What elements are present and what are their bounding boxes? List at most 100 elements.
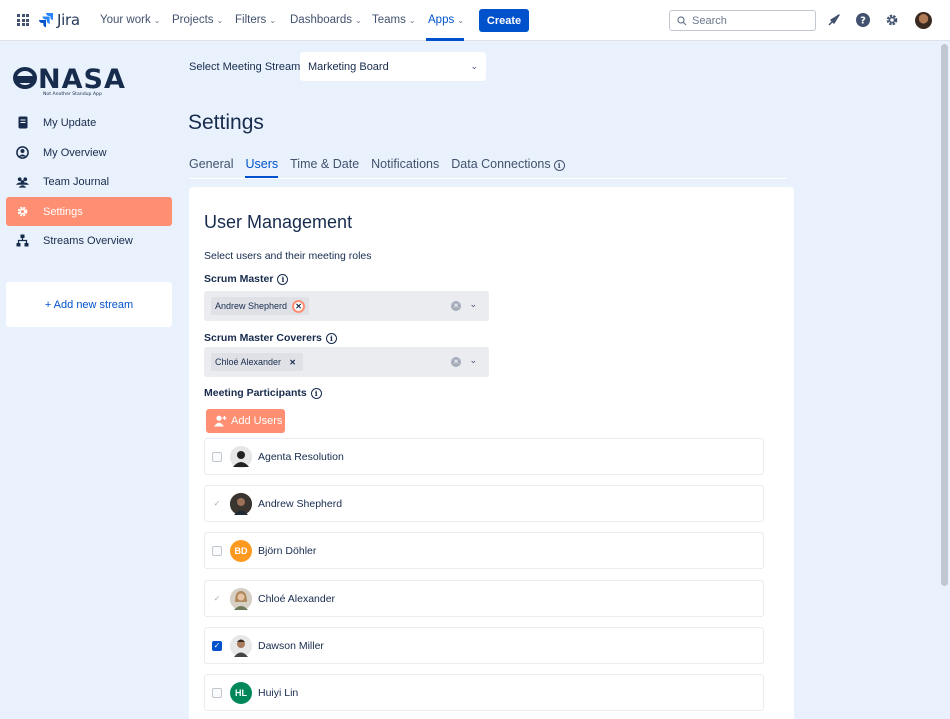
sidebar-item-streams-overview[interactable]: Streams Overview (6, 226, 172, 255)
info-icon[interactable]: i (325, 332, 337, 344)
avatar: BD (230, 539, 252, 562)
field-label-text: Scrum Master (204, 273, 274, 285)
create-button[interactable]: Create (479, 9, 529, 32)
help-icon[interactable]: ? (855, 12, 871, 28)
chevron-down-icon: ⌄ (153, 15, 161, 25)
avatar (230, 445, 252, 468)
participant-checkbox: ✓ (213, 594, 221, 603)
nav-your-work[interactable]: Your work ⌄ (100, 14, 160, 26)
chevron-down-icon[interactable]: ⌄ (469, 355, 477, 366)
tab-users[interactable]: Users (245, 157, 278, 178)
search-icon (677, 15, 687, 25)
jira-mark-icon (39, 13, 53, 28)
sidebar: NASA Not Another Standup App My Update M… (0, 42, 178, 719)
scrum-master-coverers-select[interactable]: Chloé Alexander ✕ ✕ ⌄ (204, 347, 489, 377)
tab-label: General (189, 157, 234, 171)
sidebar-item-label: Team Journal (43, 175, 110, 188)
participant-checkbox[interactable] (212, 545, 222, 556)
nav-label: Projects (172, 14, 214, 26)
stream-select-value: Marketing Board (308, 60, 389, 73)
chip-label: Andrew Shepherd (215, 301, 288, 311)
meeting-participants-label: Meeting Participants i (204, 387, 322, 399)
participant-checkbox[interactable]: ✓ (212, 640, 222, 651)
scrum-master-coverers-label: Scrum Master Coverers i (204, 332, 337, 344)
add-users-label: Add Users (231, 415, 283, 427)
tab-general[interactable]: General (189, 157, 233, 178)
participant-checkbox[interactable] (212, 687, 222, 698)
list-item: Agenta Resolution (204, 438, 764, 475)
tab-time-date[interactable]: Time & Date (290, 157, 359, 178)
people-icon (16, 175, 29, 188)
add-users-button[interactable]: Add Users (206, 409, 285, 433)
user-chip: Andrew Shepherd ✕ (211, 297, 310, 315)
tab-label: Notifications (371, 157, 440, 171)
tab-notifications[interactable]: Notifications (371, 157, 439, 178)
participant-name: Chloé Alexander (258, 592, 336, 605)
nasa-logo-subtitle: Not Another Standup App (43, 91, 102, 97)
nav-label: Filters (235, 14, 267, 26)
nav-label: Your work (100, 14, 151, 26)
search-input[interactable]: Search (669, 10, 816, 31)
chevron-down-icon: ⌄ (408, 15, 416, 25)
remove-chip-icon[interactable]: ✕ (286, 356, 299, 369)
info-icon[interactable]: i (310, 387, 322, 399)
clear-icon[interactable]: ✕ (451, 301, 461, 311)
avatar (230, 587, 252, 610)
user-circle-icon (16, 146, 29, 159)
sidebar-item-settings[interactable]: Settings (6, 197, 172, 226)
sidebar-item-my-update[interactable]: My Update (6, 108, 172, 137)
info-icon[interactable]: i (277, 273, 289, 285)
page-title: Settings (188, 111, 264, 134)
nav-projects[interactable]: Projects ⌄ (172, 14, 223, 26)
settings-gear-icon[interactable] (884, 12, 900, 28)
profile-avatar[interactable] (915, 12, 932, 29)
notifications-icon[interactable] (826, 12, 842, 28)
nav-active-indicator (426, 38, 464, 41)
search-placeholder: Search (692, 14, 727, 27)
sidebar-item-label: Streams Overview (43, 234, 133, 247)
nav-apps[interactable]: Apps ⌄ (428, 14, 464, 26)
card-title: User Management (204, 212, 353, 232)
clear-icon[interactable]: ✕ (451, 357, 461, 367)
participant-checkbox: ✓ (213, 499, 221, 508)
document-icon (16, 116, 29, 129)
scrollbar[interactable] (941, 44, 948, 586)
user-chip: Chloé Alexander ✕ (211, 353, 304, 371)
field-label-text: Scrum Master Coverers (204, 332, 322, 344)
add-new-stream-button[interactable]: + Add new stream (6, 282, 172, 327)
participant-name: Björn Döhler (258, 544, 317, 557)
jira-logo[interactable]: Jira (38, 11, 80, 29)
chip-label: Chloé Alexander (215, 357, 282, 367)
sidebar-item-label: My Overview (43, 146, 107, 159)
scrum-master-select[interactable]: Andrew Shepherd ✕ ✕ ⌄ (204, 291, 489, 321)
sidebar-item-my-overview[interactable]: My Overview (6, 138, 172, 167)
sidebar-item-team-journal[interactable]: Team Journal (6, 167, 172, 196)
scrum-master-label: Scrum Master i (204, 273, 289, 285)
add-stream-label: + Add new stream (44, 298, 134, 311)
nasa-logo-text: NASA (38, 64, 126, 95)
chevron-down-icon: ⌄ (269, 15, 277, 25)
list-item: BD Björn Döhler (204, 532, 764, 569)
remove-chip-icon[interactable]: ✕ (292, 299, 306, 313)
chevron-down-icon: ⌄ (355, 15, 362, 25)
chevron-down-icon: ⌄ (470, 61, 478, 71)
chevron-down-icon[interactable]: ⌄ (469, 299, 477, 310)
list-item: ✓ Dawson Miller (204, 627, 764, 664)
nav-filters[interactable]: Filters ⌄ (235, 14, 276, 26)
app-switcher-icon[interactable] (17, 14, 29, 26)
nav-dashboards[interactable]: Dashboards ⌄ (290, 14, 362, 26)
participant-checkbox[interactable] (212, 451, 222, 462)
tab-label: Users (245, 157, 279, 171)
list-item: HL Huiyi Lin (204, 674, 764, 711)
nav-teams[interactable]: Teams ⌄ (372, 14, 416, 26)
nav-label: Apps (428, 14, 455, 26)
hierarchy-icon (16, 234, 29, 247)
info-icon[interactable]: i (553, 160, 565, 171)
participant-name: Andrew Shepherd (258, 497, 343, 510)
sidebar-item-label: Settings (43, 205, 83, 218)
tab-data-connections[interactable]: Data Connections i (451, 157, 565, 178)
participant-name: Agenta Resolution (258, 450, 344, 463)
participant-name: Huiyi Lin (258, 686, 299, 699)
field-label-text: Meeting Participants (204, 387, 307, 399)
meeting-stream-select[interactable]: Marketing Board ⌄ (300, 52, 486, 81)
